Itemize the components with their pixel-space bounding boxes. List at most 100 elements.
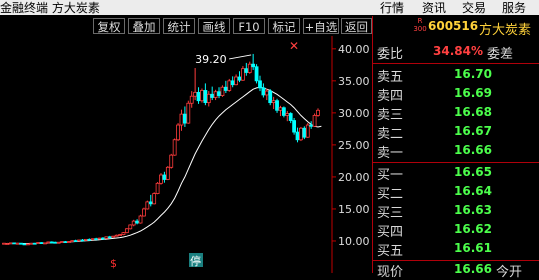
bid-row[interactable]: 买一 16.65 [373, 164, 539, 183]
menu-news[interactable]: 资讯 [422, 0, 446, 16]
back-button[interactable]: 返回 [341, 18, 372, 34]
candle-body [217, 91, 221, 96]
candle-body [87, 238, 92, 241]
divider [373, 162, 539, 163]
webi-value: 34.84% [433, 44, 483, 58]
candle-body [128, 224, 133, 230]
kline-svg[interactable]: 10.00 15.00 20.00 25.00 30.00 35.00 40.00 39.2… [0, 36, 372, 273]
candle-body [285, 113, 290, 116]
bid-label: 买二 [377, 187, 404, 202]
ask-row[interactable]: 卖四 16.69 [373, 85, 539, 104]
bid-price: 16.65 [454, 165, 492, 179]
candle-body [196, 91, 201, 102]
candle-body [309, 124, 314, 127]
last-price-value: 16.66 [454, 262, 492, 276]
candle-body [114, 234, 119, 237]
bid-row[interactable]: 买三 16.63 [373, 202, 539, 221]
suspension-marker: 停 [190, 254, 201, 268]
candle-body [179, 113, 184, 126]
ask-row[interactable]: 卖一 16.66 [373, 142, 539, 161]
candle-body [63, 241, 68, 244]
adjust-price-button[interactable]: 复权 [93, 18, 125, 34]
market-badge-top: R [417, 17, 423, 25]
candle-body [230, 80, 235, 86]
candle-body [29, 242, 34, 245]
bid-row[interactable]: 买二 16.64 [373, 183, 539, 202]
ask-row[interactable]: 卖二 16.67 [373, 123, 539, 142]
menu-service[interactable]: 服务 [502, 0, 526, 16]
bid-price: 16.61 [454, 241, 492, 255]
bid-price: 16.62 [454, 222, 492, 236]
kline-chart[interactable]: 10.00 15.00 20.00 25.00 30.00 35.00 40.00 39.2… [0, 36, 372, 273]
candle-body [84, 238, 88, 241]
candle-body [162, 174, 167, 180]
candle-body [264, 90, 269, 96]
f10-button[interactable]: F10 [233, 18, 265, 34]
high-price-arrow [229, 54, 252, 60]
candle-body [15, 242, 20, 245]
candle-body [176, 124, 180, 141]
candle-body [241, 68, 245, 81]
bid-label: 买四 [377, 225, 404, 240]
ask-price: 16.70 [454, 67, 492, 81]
divider [373, 63, 539, 64]
last-price-label: 现价 [377, 265, 404, 280]
ask-label: 卖五 [377, 70, 404, 85]
window-title: 金融终端 方大炭素 [0, 1, 100, 15]
last-price-row: 现价 16.66 今开 [373, 261, 539, 280]
bid-label: 买三 [377, 206, 404, 221]
add-watchlist-button[interactable]: +自选 [303, 18, 339, 34]
candle-body [152, 193, 157, 205]
candle-body [49, 241, 54, 244]
candle-body [101, 237, 105, 240]
statistics-button[interactable]: 统计 [163, 18, 195, 34]
candle-body [97, 237, 102, 240]
mark-button[interactable]: 标记 [268, 18, 300, 34]
candle-body [155, 182, 160, 194]
candle-body [288, 113, 293, 121]
menu-trade[interactable]: 交易 [462, 0, 486, 16]
bid-label: 买一 [377, 168, 404, 183]
candle-body [19, 242, 23, 245]
market-badge-bottom: 300 [413, 25, 427, 33]
bid-row[interactable]: 买四 16.62 [373, 221, 539, 240]
candle-body [5, 243, 10, 245]
chart-toolbar: 复权 叠加 统计 画线 F10 标记 +自选 返回 [0, 16, 372, 36]
candle-body [80, 239, 85, 242]
candle-body [53, 241, 58, 244]
candle-body [135, 220, 140, 224]
candle-body [251, 63, 256, 68]
candle-body [43, 242, 47, 245]
candle-body [189, 95, 194, 104]
candle-body [193, 91, 198, 97]
ask-row[interactable]: 卖三 16.68 [373, 104, 539, 123]
candle-body [200, 90, 204, 102]
webi-label: 委比 [377, 47, 404, 62]
bid-row[interactable]: 买五 16.61 [373, 240, 539, 259]
ask-row[interactable]: 卖五 16.70 [373, 66, 539, 85]
candle-body [261, 87, 266, 96]
draw-line-button[interactable]: 画线 [198, 18, 230, 34]
candle-body [254, 66, 259, 82]
candle-body [169, 154, 174, 168]
candle-body [203, 90, 208, 104]
candle-body [295, 131, 300, 141]
candle-body [302, 127, 307, 138]
y-tick-label: 25.00 [338, 139, 370, 152]
overlay-button[interactable]: 叠加 [128, 18, 160, 34]
candle-body [247, 63, 252, 73]
bid-label: 买五 [377, 244, 404, 259]
y-tick-label: 35.00 [338, 75, 370, 88]
ask-price: 16.69 [454, 86, 492, 100]
stock-code: 600516 [428, 19, 479, 33]
candle-body [237, 76, 242, 81]
quote-panel: R 300 600516 方大炭素 委比 34.84% 委差 卖五 16.70 … [372, 16, 539, 280]
dividend-marker: $ [110, 257, 117, 270]
candle-body [104, 236, 109, 239]
candle-body [107, 236, 112, 239]
menu-quotes[interactable]: 行情 [380, 0, 404, 16]
candle-body [32, 242, 37, 245]
candle-body [292, 120, 297, 133]
ma-line [4, 86, 322, 244]
candle-body [244, 68, 249, 73]
